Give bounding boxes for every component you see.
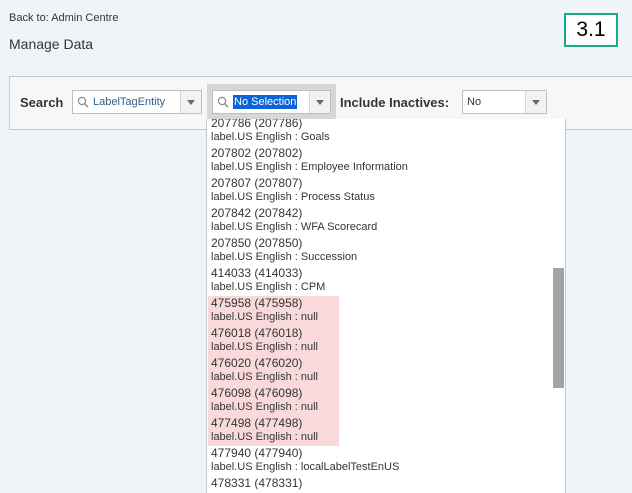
option-id: 207807 (207807) [211,176,303,190]
dropdown-option[interactable]: 477940 (477940) label.US English : local… [208,446,548,476]
option-label: label.US English : Employee Information [211,161,408,173]
dropdown-scrollbar[interactable] [553,119,565,493]
option-label: label.US English : Goals [211,131,330,143]
dropdown-options: 207786 (207786) label.US English : Goals… [207,119,553,493]
dropdown-option[interactable]: 478331 (478331) [208,476,548,493]
option-id: 207802 (207802) [211,146,303,160]
option-id: 478331 (478331) [211,476,303,490]
page-title: Manage Data [9,36,94,52]
dropdown-option[interactable]: 414033 (414033) label.US English : CPM [208,266,548,296]
version-badge: 3.1 [564,13,618,47]
option-label: label.US English : Process Status [211,191,375,203]
chevron-down-icon [187,99,195,105]
include-inactives-label: Include Inactives: [340,95,450,110]
dropdown-option[interactable]: 207802 (207802) label.US English : Emplo… [208,146,548,176]
scrollbar-thumb[interactable] [553,268,564,388]
selection-input[interactable]: No Selection [212,90,331,114]
dropdown-option-highlighted[interactable]: 477498 (477498) label.US English : null [208,416,339,446]
option-id: 207842 (207842) [211,206,303,220]
option-id: 477940 (477940) [211,446,303,460]
include-inactives-select[interactable]: No [462,90,547,114]
option-label: label.US English : null [211,401,319,413]
option-label: label.US English : null [211,341,319,353]
option-id: 476098 (476098) [211,386,303,400]
include-inactives-value: No [467,96,482,108]
dropdown-option-highlighted[interactable]: 476098 (476098) label.US English : null [208,386,339,416]
search-label: Search [20,95,64,110]
option-id: 207850 (207850) [211,236,303,250]
include-inactives-dropdown-button[interactable] [525,91,546,113]
chevron-down-icon [532,99,540,105]
search-icon [217,96,229,108]
dropdown-option[interactable]: 207807 (207807) label.US English : Proce… [208,176,548,206]
option-id: 476020 (476020) [211,356,303,370]
option-id: 476018 (476018) [211,326,303,340]
dropdown-list[interactable]: 207786 (207786) label.US English : Goals… [206,119,566,493]
entity-dropdown-button[interactable] [180,91,201,113]
option-id: 475958 (475958) [211,296,303,310]
dropdown-option-highlighted[interactable]: 475958 (475958) label.US English : null [208,296,339,326]
dropdown-option-highlighted[interactable]: 476018 (476018) label.US English : null [208,326,339,356]
back-link[interactable]: Back to: Admin Centre [9,12,118,24]
option-label: label.US English : WFA Scorecard [211,221,378,233]
search-icon [77,96,89,108]
option-label: label.US English : null [211,431,319,443]
option-id: 207786 (207786) [211,119,303,130]
option-label: label.US English : Succession [211,251,358,263]
option-id: 414033 (414033) [211,266,303,280]
selection-dropdown-button[interactable] [309,91,330,113]
dropdown-option-highlighted[interactable]: 476020 (476020) label.US English : null [208,356,339,386]
option-label: label.US English : CPM [211,281,326,293]
entity-select-value: LabelTagEntity [93,96,166,108]
selection-input-value[interactable]: No Selection [233,95,298,109]
option-label: label.US English : null [211,371,319,383]
option-label: label.US English : null [211,311,319,323]
selection-field-wrapper: No Selection [207,84,336,120]
dropdown-option[interactable]: 207850 (207850) label.US English : Succe… [208,236,548,266]
dropdown-option[interactable]: 207786 (207786) label.US English : Goals [208,119,548,146]
chevron-down-icon [316,99,324,105]
dropdown-option[interactable]: 207842 (207842) label.US English : WFA S… [208,206,548,236]
entity-select[interactable]: LabelTagEntity [72,90,202,114]
option-label: label.US English : localLabelTestEnUS [211,461,400,473]
option-id: 477498 (477498) [211,416,303,430]
